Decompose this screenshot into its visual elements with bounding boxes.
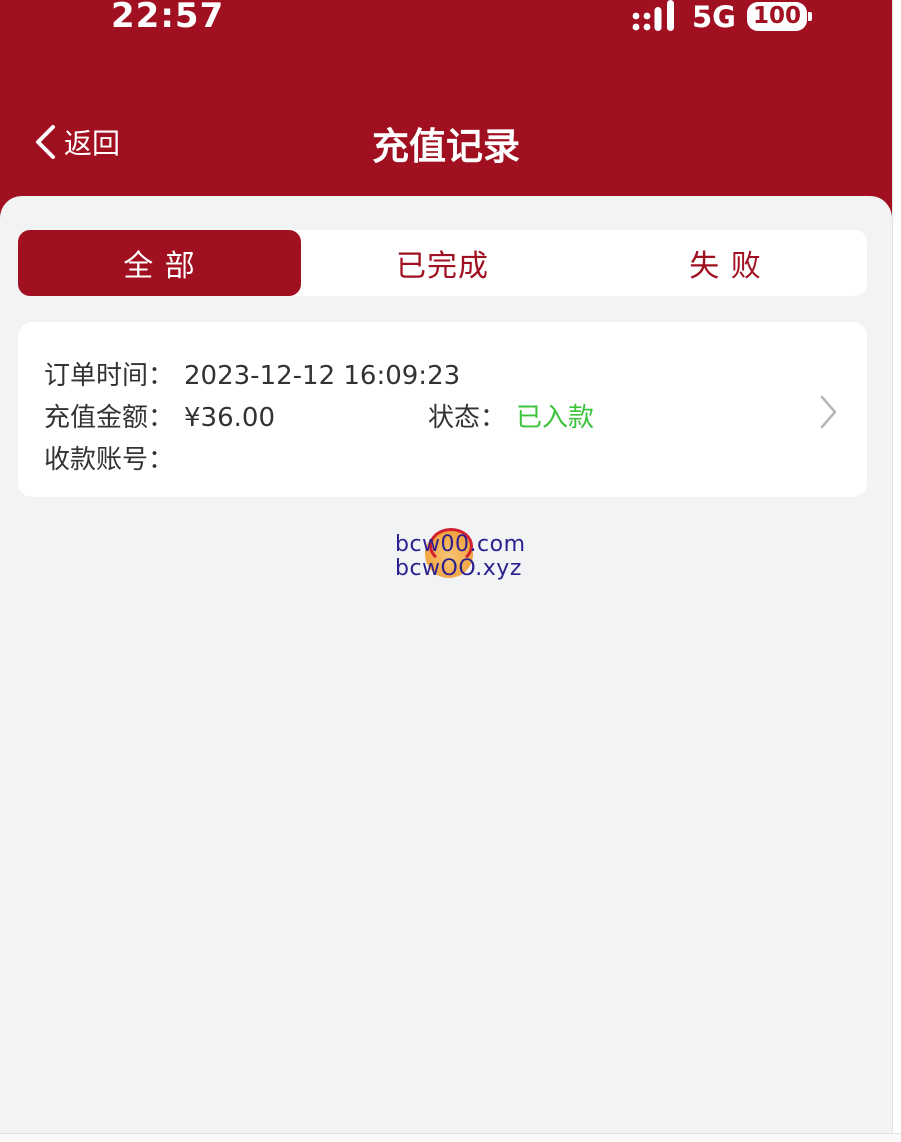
filter-tabs: 全 部 已完成 失 败	[18, 230, 867, 296]
back-button[interactable]: 返回	[32, 120, 120, 164]
frame-edge-right	[892, 0, 901, 1142]
amount-value: ¥36.00	[184, 403, 275, 433]
account-label: 收款账号：	[44, 445, 175, 475]
status-time: 22:57	[111, 0, 225, 36]
tab-failed[interactable]: 失 败	[584, 230, 867, 296]
watermark-line-2: bcwOO.xyz	[395, 556, 522, 581]
amount-label: 充值金额：	[44, 403, 175, 433]
status-value: 已入款	[516, 403, 595, 433]
page-title: 充值记录	[372, 125, 520, 168]
signal-icon	[632, 0, 674, 31]
frame-edge-bottom	[0, 1133, 901, 1142]
back-label: 返回	[64, 127, 121, 160]
app-screen: 22:57 5G 100 充值记录 返回 全 部 已完成 失 败 订单时间： 20…	[0, 0, 892, 1133]
tab-all[interactable]: 全 部	[18, 230, 301, 296]
recharge-record-card[interactable]: 订单时间： 2023-12-12 16:09:23 充值金额： ¥36.00 状态：…	[18, 322, 867, 497]
order-time-label: 订单时间：	[44, 361, 175, 391]
status-row: 状态： 已入款	[428, 397, 594, 434]
tab-completed[interactable]: 已完成	[301, 230, 584, 296]
battery-tip	[808, 12, 812, 21]
watermark-line-1: bcw00.com	[395, 532, 526, 557]
amount-row: 充值金额： ¥36.00	[44, 397, 275, 434]
chevron-right-icon	[820, 395, 837, 429]
status-label: 状态：	[428, 403, 507, 433]
watermark: bcw00.com bcwOO.xyz	[395, 528, 526, 584]
chevron-left-icon	[36, 125, 55, 159]
battery-icon: 100	[747, 2, 807, 31]
network-type: 5G	[692, 0, 736, 34]
account-row: 收款账号：	[44, 439, 184, 476]
order-time-row: 订单时间： 2023-12-12 16:09:23	[44, 355, 460, 392]
order-time-value: 2023-12-12 16:09:23	[184, 361, 461, 391]
